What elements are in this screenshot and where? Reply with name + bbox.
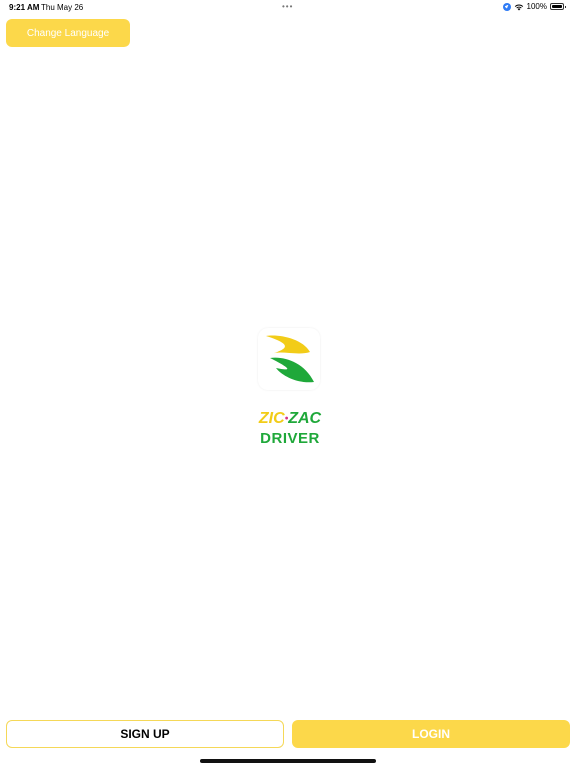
battery-icon	[550, 3, 566, 10]
brand-wordmark: ZIC•ZAC	[252, 410, 328, 428]
login-button[interactable]: LOGIN	[292, 720, 570, 748]
brand-logo: ZIC•ZAC DRIVER	[252, 328, 328, 450]
change-language-button[interactable]: Change Language	[6, 19, 130, 47]
leaf-logo-icon	[266, 335, 314, 383]
status-bar: 9:21 AM Thu May 26 ••• 100%	[0, 0, 576, 14]
battery-percentage: 100%	[526, 2, 547, 11]
status-date: Thu May 26	[41, 3, 84, 12]
sign-up-button[interactable]: SIGN UP	[6, 720, 284, 748]
brand-subtitle: DRIVER	[260, 430, 320, 447]
status-time: 9:21 AM	[9, 3, 40, 12]
multitasking-dots[interactable]: •••	[282, 2, 293, 11]
status-right-group: 100%	[502, 2, 566, 11]
home-indicator[interactable]	[200, 759, 376, 763]
location-icon	[502, 2, 511, 11]
wifi-icon	[514, 3, 523, 10]
brand-name-part2: ZAC	[288, 410, 322, 427]
brand-name-part1: ZIC	[258, 410, 285, 427]
battery-fill	[552, 5, 562, 8]
app-logo-tile	[258, 328, 320, 390]
